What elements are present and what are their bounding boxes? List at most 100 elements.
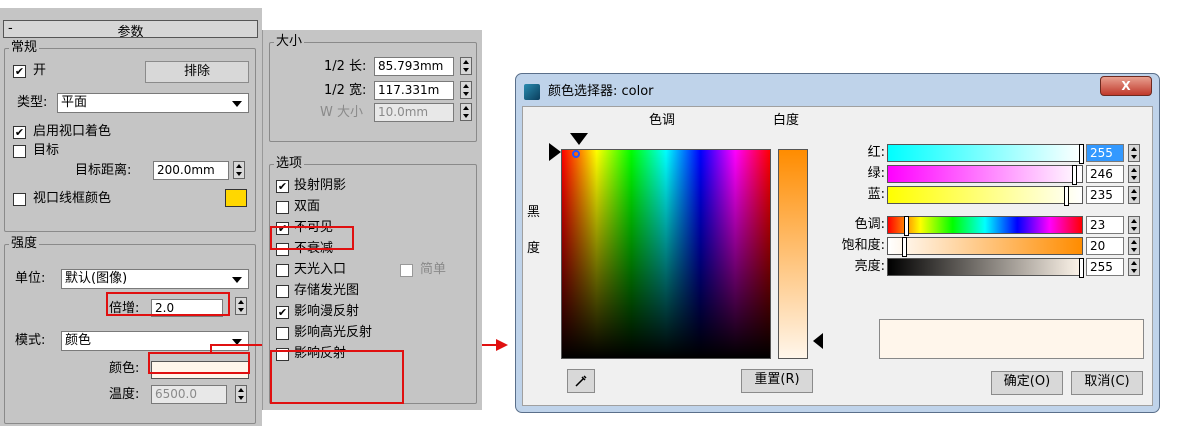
target-distance-spinner[interactable] (233, 161, 245, 179)
blackness-label-1: 黑 (527, 205, 541, 220)
whiteness-pointer-icon[interactable] (813, 333, 823, 349)
size-group-label: 大小 (274, 34, 305, 50)
half-length-field[interactable]: 85.793mm (374, 57, 454, 76)
wireframe-color-checkbox[interactable] (13, 193, 26, 206)
chevron-down-icon (232, 101, 242, 107)
blue-slider-thumb[interactable] (1064, 186, 1069, 206)
eyedropper-button[interactable] (567, 369, 595, 393)
brightness-slider[interactable] (887, 258, 1084, 278)
type-dropdown-value: 平面 (61, 95, 88, 110)
wireframe-color-label: 视口线框颜色 (33, 191, 112, 206)
two-sided-label: 双面 (294, 199, 321, 214)
saturation-slider[interactable] (887, 237, 1083, 257)
intensity-group: 强度 单位: 默认(图像) 倍增: 2.0 模式: 颜色 颜色: 温度: 650… (4, 236, 256, 424)
affect-diffuse-checkbox[interactable]: ✔ (276, 306, 289, 319)
temperature-field[interactable]: 6500.0 (151, 385, 227, 404)
target-label: 目标 (33, 143, 60, 158)
brightness-field[interactable]: 255 (1086, 258, 1124, 276)
affect-specular-checkbox[interactable] (276, 327, 289, 340)
half-length-label: 1/2 长: (324, 59, 367, 74)
brightness-slider-thumb[interactable] (1079, 258, 1084, 278)
type-dropdown[interactable]: 平面 (57, 93, 249, 113)
multiplier-spinner[interactable] (235, 297, 247, 315)
reset-button[interactable]: 重置(R) (741, 369, 813, 393)
red-field[interactable]: 255 (1086, 144, 1124, 162)
affect-diffuse-label: 影响漫反射 (294, 304, 360, 319)
whiteness-bar[interactable] (778, 149, 808, 359)
green-field[interactable]: 246 (1086, 165, 1124, 183)
cancel-button[interactable]: 取消(C) (1071, 371, 1143, 395)
store-irradiance-checkbox[interactable] (276, 285, 289, 298)
temperature-label: 温度: (109, 387, 140, 402)
hue-label: 色调: (854, 217, 885, 232)
half-width-field[interactable]: 117.331m (374, 81, 454, 100)
blue-spinner[interactable] (1128, 186, 1140, 204)
green-slider[interactable] (887, 165, 1083, 185)
close-button[interactable]: X (1100, 76, 1152, 96)
on-checkbox[interactable]: ✔ (13, 65, 26, 78)
on-label: 开 (33, 63, 47, 78)
blackness-pointer-icon[interactable] (549, 143, 561, 161)
viewport-shading-checkbox[interactable]: ✔ (13, 126, 26, 139)
saturation-spinner[interactable] (1128, 237, 1140, 255)
green-slider-thumb[interactable] (1072, 165, 1077, 185)
skylight-portal-checkbox[interactable] (276, 264, 289, 277)
mode-label: 模式: (15, 333, 46, 348)
half-length-spinner[interactable] (460, 57, 472, 75)
hue-slider[interactable] (887, 216, 1083, 236)
target-distance-label: 目标距离: (75, 163, 132, 178)
two-sided-checkbox[interactable] (276, 201, 289, 214)
unit-label: 单位: (15, 271, 46, 286)
green-spinner[interactable] (1128, 165, 1140, 183)
target-checkbox[interactable] (13, 145, 26, 158)
w-size-spinner[interactable] (460, 103, 472, 121)
mode-dropdown[interactable]: 颜色 (61, 331, 249, 351)
affect-specular-label: 影响高光反射 (294, 325, 373, 340)
exclude-button[interactable]: 排除 (145, 61, 249, 83)
hue-blackness-field[interactable] (561, 149, 771, 359)
general-group-label: 常规 (9, 40, 40, 56)
temperature-spinner[interactable] (235, 385, 247, 403)
blue-field[interactable]: 235 (1086, 186, 1124, 204)
skylight-portal-label: 天光入口 (294, 262, 347, 277)
red-spinner[interactable] (1128, 144, 1140, 162)
ok-button[interactable]: 确定(O) (991, 371, 1063, 395)
close-icon: X (1121, 79, 1131, 93)
red-label: 红: (867, 145, 885, 160)
hue-slider-thumb[interactable] (904, 216, 909, 236)
half-width-spinner[interactable] (460, 81, 472, 99)
simple-checkbox[interactable] (400, 264, 413, 277)
saturation-field[interactable]: 20 (1086, 237, 1124, 255)
color-preview (879, 319, 1144, 359)
app-icon (524, 84, 540, 100)
target-distance-field[interactable]: 200.0mm (153, 161, 229, 180)
dialog-body: 色调 白度 黑 度 红: 255 绿: 246 蓝: 235 色调: 23 饱和… (522, 106, 1153, 406)
wireframe-color-swatch[interactable] (225, 189, 247, 207)
color-picker-dialog: 颜色选择器: color X 色调 白度 黑 度 红: 255 绿: 246 蓝… (515, 73, 1160, 413)
intensity-group-label: 强度 (9, 236, 40, 252)
color-label: 颜色: (109, 361, 140, 376)
size-group: 大小 1/2 长: 85.793mm 1/2 宽: 117.331m W 大小 … (269, 34, 477, 142)
w-size-field[interactable]: 10.0mm (374, 103, 454, 122)
blue-slider[interactable] (887, 186, 1083, 206)
hue-spinner[interactable] (1128, 216, 1140, 234)
eyedropper-icon (575, 375, 587, 387)
specular-reflection-highlight (270, 350, 404, 404)
hue-field[interactable]: 23 (1086, 216, 1124, 234)
store-irradiance-label: 存储发光图 (294, 283, 360, 298)
viewport-shading-label: 启用视口着色 (33, 124, 112, 139)
red-slider-thumb[interactable] (1079, 144, 1084, 164)
cast-shadows-checkbox[interactable]: ✔ (276, 180, 289, 193)
saturation-slider-thumb[interactable] (902, 237, 907, 257)
unit-dropdown[interactable]: 默认(图像) (61, 269, 249, 289)
hue-pointer-icon[interactable] (570, 133, 588, 145)
brightness-spinner[interactable] (1128, 258, 1140, 276)
parameters-rollout-header[interactable]: - 参数 (3, 20, 258, 40)
picker-crosshair (572, 150, 580, 158)
rollout-title: 参数 (117, 25, 144, 40)
w-size-label: W 大小 (320, 105, 363, 120)
simple-label: 简单 (420, 262, 447, 277)
red-slider[interactable] (887, 144, 1084, 164)
arrow-head-icon (496, 339, 508, 351)
unit-dropdown-value: 默认(图像) (65, 271, 128, 286)
